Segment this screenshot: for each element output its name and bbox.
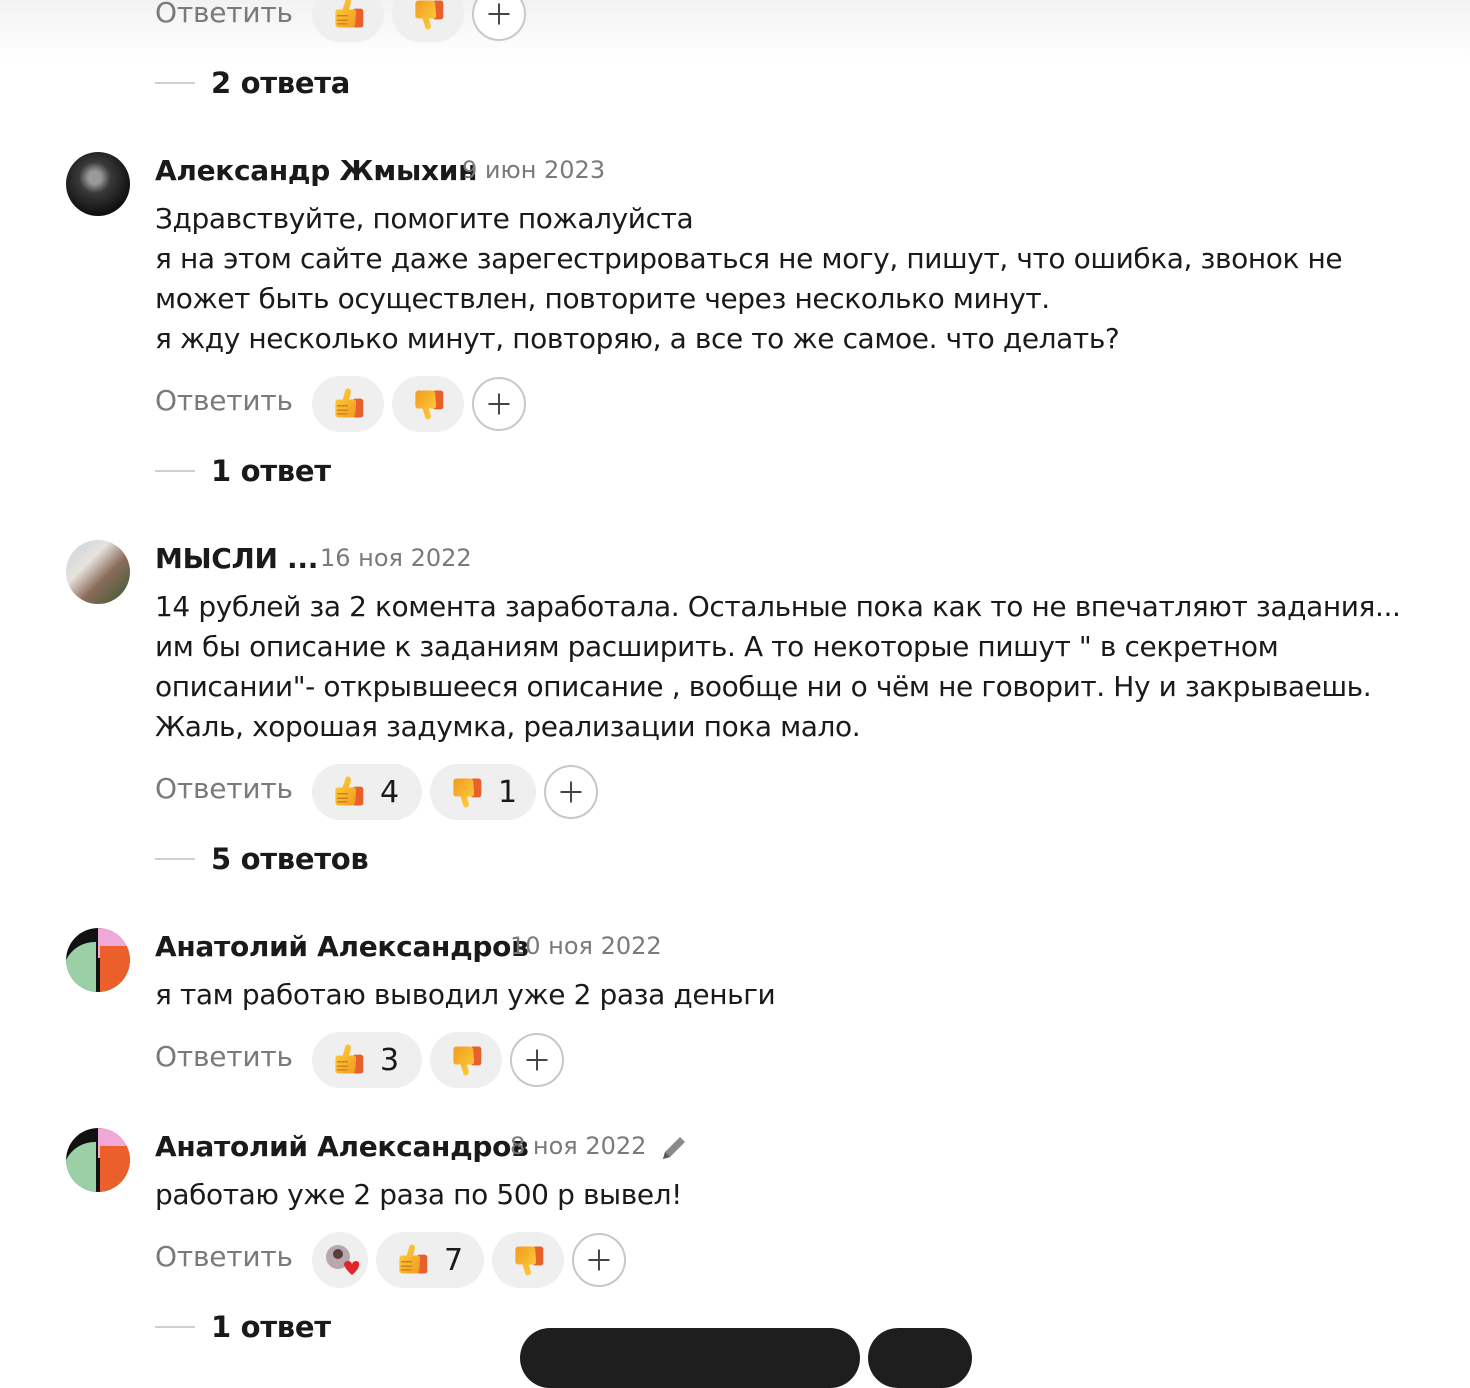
author-name[interactable]: Александр Жмыхин: [155, 154, 477, 187]
comment-date: 16 ноя 2022: [320, 544, 472, 572]
add-reaction-button[interactable]: [572, 1233, 626, 1287]
thread-line: [155, 82, 195, 84]
comment-text: работаю уже 2 раза по 500 р вывел!: [155, 1175, 1445, 1215]
special-reaction-button[interactable]: [312, 1232, 368, 1288]
comment-line: может быть осуществлен, повторите через …: [155, 282, 1050, 315]
plus-icon: [486, 1, 512, 27]
thumbs-down-icon: [410, 0, 446, 32]
reply-button[interactable]: Ответить: [155, 772, 293, 805]
add-reaction-button[interactable]: [544, 765, 598, 819]
dislike-button[interactable]: [430, 1032, 502, 1088]
thumbs-down-icon: [510, 1242, 546, 1278]
avatar[interactable]: [66, 540, 130, 604]
comment-date: 9 июн 2023: [462, 156, 606, 184]
thumbs-up-icon: [394, 1242, 430, 1278]
thumbs-up-icon: [330, 774, 366, 810]
heart-avatar-icon: [326, 1245, 360, 1275]
comment-line: 14 рублей за 2 комента заработала. Остал…: [155, 590, 1401, 623]
comment-line: я на этом сайте даже зарегестрироваться …: [155, 242, 1343, 275]
plus-icon: [586, 1247, 612, 1273]
replies-toggle[interactable]: 1 ответ: [155, 454, 331, 488]
thread-line: [155, 858, 195, 860]
thumbs-up-icon: [330, 1042, 366, 1078]
plus-icon: [524, 1047, 550, 1073]
reply-button[interactable]: Ответить: [155, 1240, 293, 1273]
add-reaction-button[interactable]: [472, 0, 526, 41]
reply-button[interactable]: Ответить: [155, 0, 293, 29]
thumbs-down-icon: [448, 1042, 484, 1078]
author-name[interactable]: Анатолий Александров: [155, 930, 529, 963]
comment-date: 10 ноя 2022: [510, 932, 662, 960]
comment-line: работаю уже 2 раза по 500 р вывел!: [155, 1178, 682, 1211]
replies-count: 1 ответ: [211, 454, 331, 488]
dislike-button[interactable]: [392, 0, 464, 42]
thumbs-down-icon: [410, 386, 446, 422]
replies-toggle[interactable]: 1 ответ: [155, 1310, 331, 1344]
plus-icon: [558, 779, 584, 805]
dislike-button[interactable]: 1: [430, 764, 536, 820]
add-reaction-button[interactable]: [472, 377, 526, 431]
like-count: 3: [380, 1042, 400, 1078]
avatar[interactable]: [66, 152, 130, 216]
author-name[interactable]: МЫСЛИ ...: [155, 542, 318, 575]
comment-text: Здравствуйте, помогите пожалуйста я на э…: [155, 199, 1445, 359]
comment-line: Здравствуйте, помогите пожалуйста: [155, 202, 694, 235]
plus-icon: [486, 391, 512, 417]
floating-secondary-button[interactable]: [868, 1328, 972, 1388]
like-count: 7: [444, 1242, 464, 1278]
comment-text: 14 рублей за 2 комента заработала. Остал…: [155, 587, 1445, 747]
like-button[interactable]: [312, 376, 384, 432]
comment-text: я там работаю выводил уже 2 раза деньги: [155, 975, 1445, 1015]
thread-line: [155, 470, 195, 472]
replies-toggle[interactable]: 2 ответа: [155, 66, 350, 100]
like-button[interactable]: 3: [312, 1032, 422, 1088]
dislike-button[interactable]: [492, 1232, 564, 1288]
abstract-avatar-icon: [66, 1128, 130, 1192]
reply-button[interactable]: Ответить: [155, 384, 293, 417]
author-name[interactable]: Анатолий Александров: [155, 1130, 529, 1163]
like-button[interactable]: 7: [376, 1232, 484, 1288]
add-reaction-button[interactable]: [510, 1033, 564, 1087]
replies-count: 1 ответ: [211, 1310, 331, 1344]
comment-line: описании"- открывшееся описание , вообще…: [155, 670, 1372, 703]
replies-count: 5 ответов: [211, 842, 369, 876]
avatar[interactable]: [66, 1128, 130, 1192]
thread-line: [155, 1326, 195, 1328]
avatar[interactable]: [66, 928, 130, 992]
pencil-icon: [663, 1137, 685, 1159]
like-button[interactable]: 4: [312, 764, 422, 820]
dislike-button[interactable]: [392, 376, 464, 432]
like-button[interactable]: [312, 0, 384, 42]
thumbs-up-icon: [330, 0, 366, 32]
replies-toggle[interactable]: 5 ответов: [155, 842, 369, 876]
thumbs-down-icon: [448, 774, 484, 810]
comment-line: им бы описание к заданиям расширить. А т…: [155, 630, 1279, 663]
comment-line: Жаль, хорошая задумка, реализации пока м…: [155, 710, 861, 743]
abstract-avatar-icon: [66, 928, 130, 992]
like-count: 4: [380, 774, 400, 810]
floating-action-button[interactable]: [520, 1328, 860, 1388]
thumbs-up-icon: [330, 386, 366, 422]
comment-line: я жду несколько минут, повторяю, а все т…: [155, 322, 1120, 355]
reply-button[interactable]: Ответить: [155, 1040, 293, 1073]
dislike-count: 1: [498, 774, 518, 810]
comment-date: 8 ноя 2022: [510, 1132, 647, 1160]
replies-count: 2 ответа: [211, 66, 351, 100]
comment-line: я там работаю выводил уже 2 раза деньги: [155, 978, 776, 1011]
